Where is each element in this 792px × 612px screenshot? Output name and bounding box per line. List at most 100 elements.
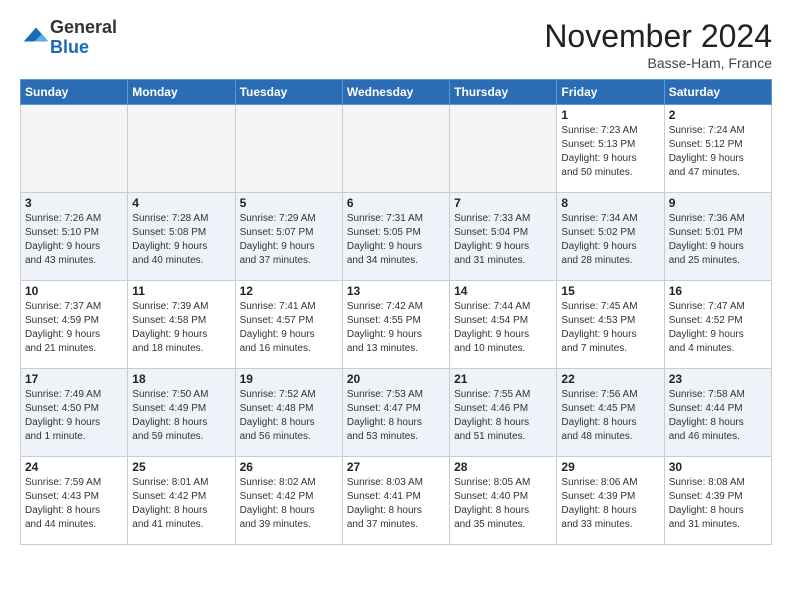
header-monday: Monday xyxy=(128,80,235,105)
header-tuesday: Tuesday xyxy=(235,80,342,105)
day-number: 8 xyxy=(561,196,659,210)
calendar-cell-w2-d5: 15 Sunrise: 7:45 AM Sunset: 4:53 PM Dayli… xyxy=(557,281,664,369)
calendar-cell-w1-d4: 7Sunrise: 7:33 AM Sunset: 5:04 PM Daylig… xyxy=(450,193,557,281)
calendar-cell-w0-d0 xyxy=(21,105,128,193)
day-number: 1 xyxy=(561,108,659,122)
calendar-cell-w0-d4 xyxy=(450,105,557,193)
calendar-cell-w3-d5: 22 Sunrise: 7:56 AM Sunset: 4:45 PM Dayli… xyxy=(557,369,664,457)
day-info: Sunrise: 7:31 AM Sunset: 5:05 PM Dayligh… xyxy=(347,212,445,268)
day-number: 11 xyxy=(132,284,230,298)
calendar-cell-w2-d1: 11 Sunrise: 7:39 AM Sunset: 4:58 PM Dayli… xyxy=(128,281,235,369)
calendar-cell-w3-d3: 20 Sunrise: 7:53 AM Sunset: 4:47 PM Dayli… xyxy=(342,369,449,457)
day-info: Sunrise: 7:29 AM Sunset: 5:07 PM Dayligh… xyxy=(240,212,338,268)
calendar-cell-w4-d2: 26 Sunrise: 8:02 AM Sunset: 4:42 PM Dayli… xyxy=(235,457,342,545)
calendar-cell-w0-d2 xyxy=(235,105,342,193)
calendar-cell-w3-d6: 23 Sunrise: 7:58 AM Sunset: 4:44 PM Dayli… xyxy=(664,369,771,457)
day-info: Sunrise: 7:52 AM Sunset: 4:48 PM Dayligh… xyxy=(240,388,338,444)
day-number: 30 xyxy=(669,460,767,474)
day-number: 18 xyxy=(132,372,230,386)
day-number: 4 xyxy=(132,196,230,210)
calendar-cell-w3-d2: 19 Sunrise: 7:52 AM Sunset: 4:48 PM Dayli… xyxy=(235,369,342,457)
logo-blue: Blue xyxy=(50,37,89,57)
day-info: Sunrise: 7:47 AM Sunset: 4:52 PM Dayligh… xyxy=(669,300,767,356)
title-block: November 2024 Basse-Ham, France xyxy=(544,18,772,71)
day-number: 12 xyxy=(240,284,338,298)
day-info: Sunrise: 7:56 AM Sunset: 4:45 PM Dayligh… xyxy=(561,388,659,444)
day-number: 10 xyxy=(25,284,123,298)
day-info: Sunrise: 8:06 AM Sunset: 4:39 PM Dayligh… xyxy=(561,476,659,532)
calendar-cell-w2-d3: 13 Sunrise: 7:42 AM Sunset: 4:55 PM Dayli… xyxy=(342,281,449,369)
day-number: 19 xyxy=(240,372,338,386)
day-number: 5 xyxy=(240,196,338,210)
day-info: Sunrise: 8:02 AM Sunset: 4:42 PM Dayligh… xyxy=(240,476,338,532)
day-info: Sunrise: 7:59 AM Sunset: 4:43 PM Dayligh… xyxy=(25,476,123,532)
calendar-cell-w2-d6: 16 Sunrise: 7:47 AM Sunset: 4:52 PM Dayli… xyxy=(664,281,771,369)
day-info: Sunrise: 7:34 AM Sunset: 5:02 PM Dayligh… xyxy=(561,212,659,268)
calendar-cell-w4-d1: 25Sunrise: 8:01 AM Sunset: 4:42 PM Dayli… xyxy=(128,457,235,545)
day-info: Sunrise: 7:28 AM Sunset: 5:08 PM Dayligh… xyxy=(132,212,230,268)
day-number: 17 xyxy=(25,372,123,386)
calendar-cell-w1-d1: 4 Sunrise: 7:28 AM Sunset: 5:08 PM Daylig… xyxy=(128,193,235,281)
day-number: 2 xyxy=(669,108,767,122)
calendar-cell-w1-d5: 8 Sunrise: 7:34 AM Sunset: 5:02 PM Daylig… xyxy=(557,193,664,281)
calendar-cell-w1-d2: 5 Sunrise: 7:29 AM Sunset: 5:07 PM Daylig… xyxy=(235,193,342,281)
logo-general: General xyxy=(50,17,117,37)
calendar-cell-w1-d3: 6 Sunrise: 7:31 AM Sunset: 5:05 PM Daylig… xyxy=(342,193,449,281)
header-wednesday: Wednesday xyxy=(342,80,449,105)
day-number: 3 xyxy=(25,196,123,210)
day-number: 28 xyxy=(454,460,552,474)
calendar-cell-w0-d1 xyxy=(128,105,235,193)
day-number: 13 xyxy=(347,284,445,298)
calendar-week-row-3: 17Sunrise: 7:49 AM Sunset: 4:50 PM Dayli… xyxy=(21,369,772,457)
calendar-week-row-4: 24 Sunrise: 7:59 AM Sunset: 4:43 PM Dayli… xyxy=(21,457,772,545)
day-number: 29 xyxy=(561,460,659,474)
location: Basse-Ham, France xyxy=(544,55,772,71)
day-number: 20 xyxy=(347,372,445,386)
day-info: Sunrise: 7:45 AM Sunset: 4:53 PM Dayligh… xyxy=(561,300,659,356)
day-number: 24 xyxy=(25,460,123,474)
day-info: Sunrise: 7:50 AM Sunset: 4:49 PM Dayligh… xyxy=(132,388,230,444)
header-sunday: Sunday xyxy=(21,80,128,105)
calendar-week-row-0: 1Sunrise: 7:23 AM Sunset: 5:13 PM Daylig… xyxy=(21,105,772,193)
day-number: 6 xyxy=(347,196,445,210)
day-info: Sunrise: 7:44 AM Sunset: 4:54 PM Dayligh… xyxy=(454,300,552,356)
day-number: 15 xyxy=(561,284,659,298)
calendar-cell-w4-d4: 28 Sunrise: 8:05 AM Sunset: 4:40 PM Dayli… xyxy=(450,457,557,545)
day-info: Sunrise: 8:05 AM Sunset: 4:40 PM Dayligh… xyxy=(454,476,552,532)
day-number: 26 xyxy=(240,460,338,474)
calendar-cell-w0-d3 xyxy=(342,105,449,193)
day-info: Sunrise: 7:41 AM Sunset: 4:57 PM Dayligh… xyxy=(240,300,338,356)
header-saturday: Saturday xyxy=(664,80,771,105)
day-info: Sunrise: 7:26 AM Sunset: 5:10 PM Dayligh… xyxy=(25,212,123,268)
day-info: Sunrise: 7:53 AM Sunset: 4:47 PM Dayligh… xyxy=(347,388,445,444)
weekday-header-row: Sunday Monday Tuesday Wednesday Thursday… xyxy=(21,80,772,105)
calendar-cell-w4-d5: 29 Sunrise: 8:06 AM Sunset: 4:39 PM Dayli… xyxy=(557,457,664,545)
day-number: 27 xyxy=(347,460,445,474)
header-thursday: Thursday xyxy=(450,80,557,105)
day-info: Sunrise: 8:08 AM Sunset: 4:39 PM Dayligh… xyxy=(669,476,767,532)
page: General Blue November 2024 Basse-Ham, Fr… xyxy=(0,0,792,612)
day-info: Sunrise: 8:03 AM Sunset: 4:41 PM Dayligh… xyxy=(347,476,445,532)
day-number: 7 xyxy=(454,196,552,210)
day-info: Sunrise: 7:24 AM Sunset: 5:12 PM Dayligh… xyxy=(669,124,767,180)
day-number: 23 xyxy=(669,372,767,386)
calendar-cell-w4-d3: 27 Sunrise: 8:03 AM Sunset: 4:41 PM Dayli… xyxy=(342,457,449,545)
calendar-cell-w4-d6: 30 Sunrise: 8:08 AM Sunset: 4:39 PM Dayli… xyxy=(664,457,771,545)
logo: General Blue xyxy=(20,18,117,58)
day-info: Sunrise: 7:58 AM Sunset: 4:44 PM Dayligh… xyxy=(669,388,767,444)
day-info: Sunrise: 7:39 AM Sunset: 4:58 PM Dayligh… xyxy=(132,300,230,356)
day-number: 9 xyxy=(669,196,767,210)
month-title: November 2024 xyxy=(544,18,772,55)
calendar-cell-w2-d2: 12 Sunrise: 7:41 AM Sunset: 4:57 PM Dayli… xyxy=(235,281,342,369)
day-number: 16 xyxy=(669,284,767,298)
calendar-cell-w3-d1: 18 Sunrise: 7:50 AM Sunset: 4:49 PM Dayli… xyxy=(128,369,235,457)
logo-icon xyxy=(22,24,50,52)
day-info: Sunrise: 7:55 AM Sunset: 4:46 PM Dayligh… xyxy=(454,388,552,444)
calendar-cell-w0-d6: 2 Sunrise: 7:24 AM Sunset: 5:12 PM Daylig… xyxy=(664,105,771,193)
day-number: 14 xyxy=(454,284,552,298)
day-number: 21 xyxy=(454,372,552,386)
day-number: 22 xyxy=(561,372,659,386)
day-info: Sunrise: 7:42 AM Sunset: 4:55 PM Dayligh… xyxy=(347,300,445,356)
calendar-cell-w4-d0: 24 Sunrise: 7:59 AM Sunset: 4:43 PM Dayli… xyxy=(21,457,128,545)
logo-text: General Blue xyxy=(50,18,117,58)
